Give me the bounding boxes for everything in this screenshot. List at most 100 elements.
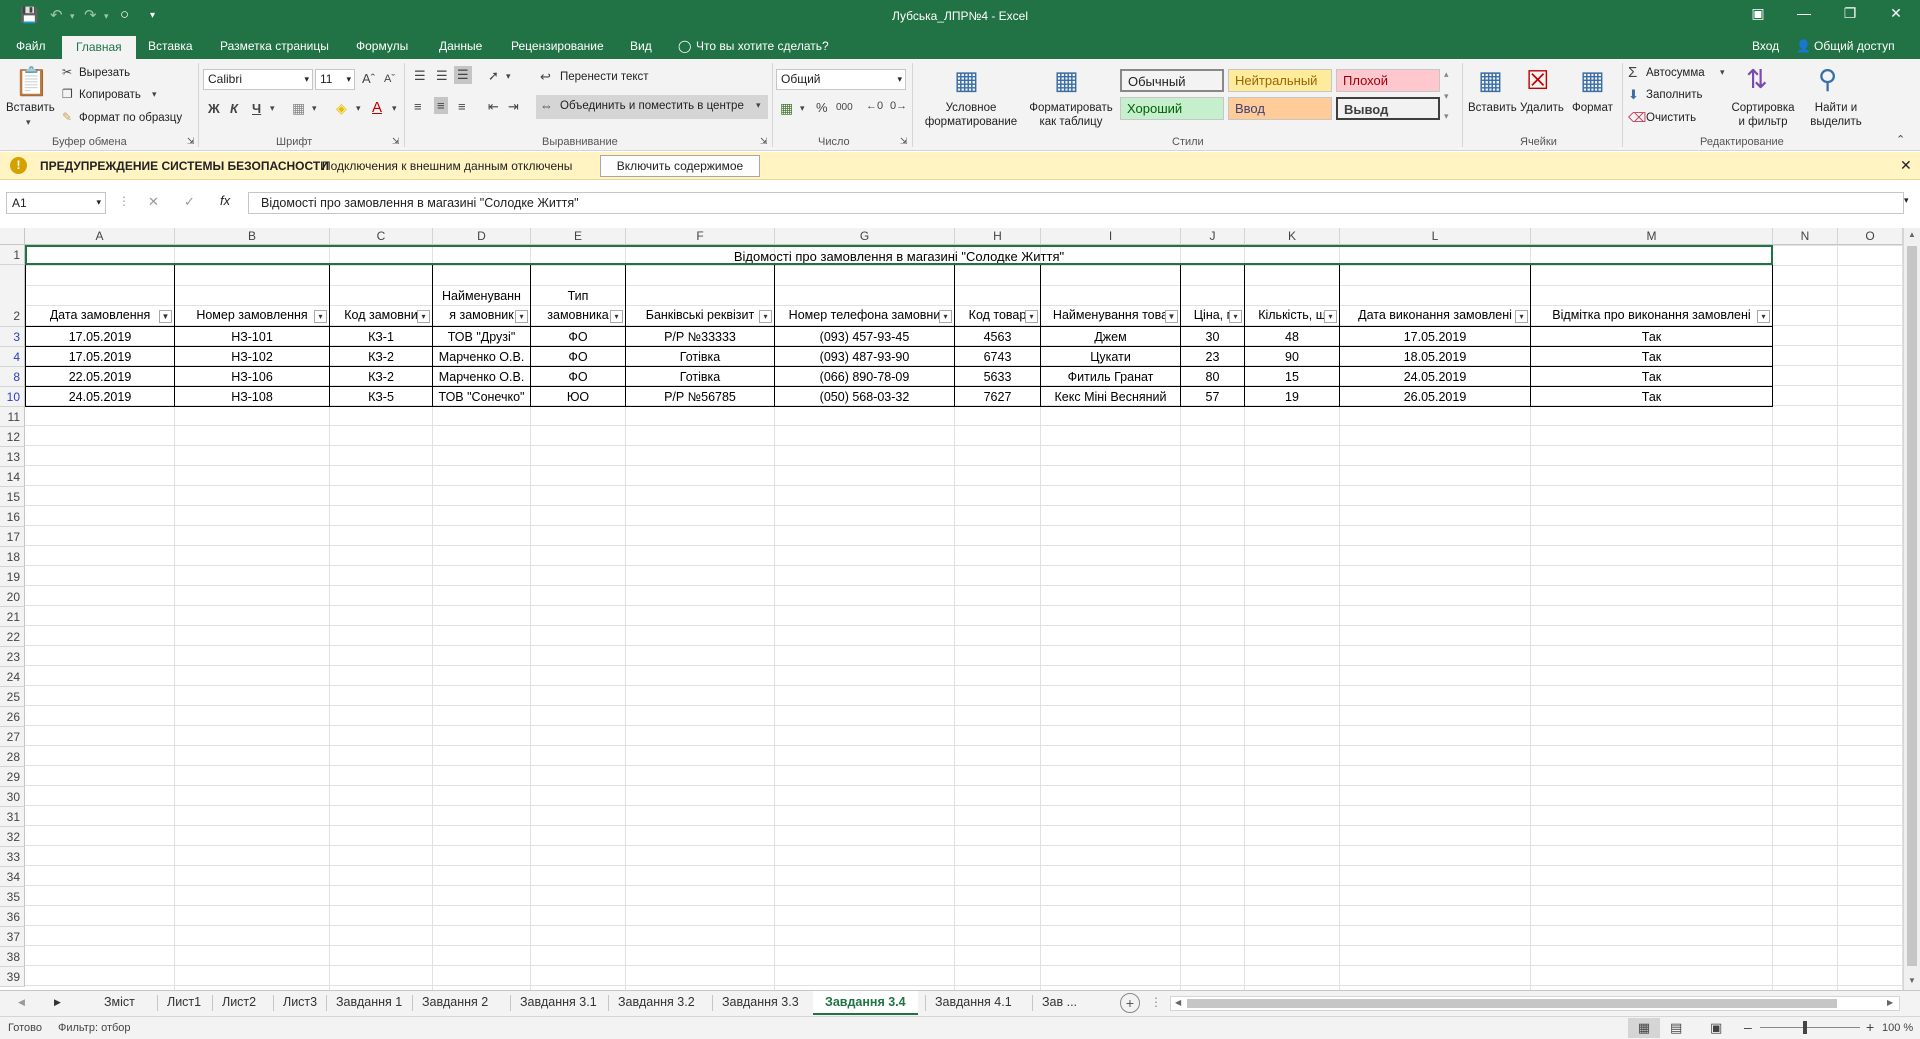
delete-cells-icon[interactable]: ☒ [1526, 65, 1549, 96]
table-cell[interactable]: 30 [1181, 327, 1245, 347]
zoom-slider-thumb[interactable] [1803, 1021, 1807, 1034]
header-cell[interactable]: Дата замовлення ▼ [25, 265, 175, 327]
sheet-tab[interactable]: Лист2 [222, 995, 256, 1009]
table-cell[interactable]: Р/Р №33333 [626, 327, 775, 347]
row-header[interactable]: 14 [0, 467, 25, 487]
table-cell[interactable]: ФО [531, 327, 626, 347]
share-button[interactable]: Общий доступ [1814, 39, 1895, 53]
align-middle-icon[interactable]: ☰ [436, 68, 448, 84]
sheet-tab[interactable]: Зміст [104, 995, 135, 1009]
table-cell[interactable]: Так [1531, 387, 1773, 407]
row-header[interactable]: 12 [0, 427, 25, 447]
autosum-dropdown-icon[interactable]: ▾ [1720, 67, 1725, 78]
sheet-title-cell[interactable]: Відомості про замовлення в магазині "Сол… [25, 245, 1773, 265]
table-cell[interactable]: ТОВ "Сонечко" [433, 387, 531, 407]
find-select-button[interactable]: Найти и выделить [1800, 101, 1872, 129]
sheet-tab[interactable]: Завдання 4.1 [935, 995, 1012, 1009]
filter-dropdown-icon[interactable]: ▾ [515, 310, 528, 323]
table-cell[interactable]: 23 [1181, 347, 1245, 367]
row-header[interactable]: 8 [0, 367, 25, 387]
restore-icon[interactable]: ❐ [1830, 5, 1870, 22]
format-as-table-button[interactable]: Форматировать как таблицу [1026, 101, 1116, 129]
currency-dropdown-icon[interactable]: ▾ [800, 103, 805, 114]
vertical-scroll-thumb[interactable] [1907, 246, 1917, 966]
increase-indent-icon[interactable]: ⇥ [508, 99, 519, 115]
sheet-tab[interactable]: Лист1 [167, 995, 201, 1009]
number-launcher-icon[interactable]: ⇲ [900, 136, 908, 147]
row-header[interactable]: 3 [0, 327, 25, 347]
copy-icon[interactable]: ❐ [62, 87, 73, 101]
eraser-icon[interactable]: ⌫ [1628, 110, 1646, 126]
enable-content-button[interactable]: Включить содержимое [600, 155, 760, 177]
sheet-tab[interactable]: Завдання 3.4 [813, 991, 918, 1015]
table-cell[interactable]: Р/Р №56785 [626, 387, 775, 407]
sheet-tab[interactable]: Завдання 3.2 [618, 995, 695, 1009]
tab-formulas[interactable]: Формулы [356, 39, 408, 53]
decrease-font-icon[interactable]: Aˇ [384, 73, 395, 85]
horizontal-scrollbar[interactable]: ◀ ▶ [1170, 996, 1900, 1011]
header-cell[interactable]: Код замовни ▾ [330, 265, 433, 327]
table-cell[interactable]: 48 [1245, 327, 1340, 347]
row-header[interactable]: 13 [0, 447, 25, 467]
row-header[interactable]: 31 [0, 807, 25, 827]
page-break-view-icon[interactable]: ▣ [1710, 1020, 1722, 1036]
filter-dropdown-icon[interactable]: ▾ [417, 310, 430, 323]
tab-view[interactable]: Вид [630, 39, 652, 53]
column-header-g[interactable]: G [775, 228, 955, 245]
sheet-tab[interactable]: Завдання 3.1 [520, 995, 597, 1009]
row-header[interactable]: 35 [0, 887, 25, 907]
horizontal-scroll-thumb[interactable] [1187, 999, 1837, 1008]
alignment-launcher-icon[interactable]: ⇲ [760, 136, 768, 147]
fill-color-icon[interactable]: ◈ [336, 100, 347, 117]
paste-button[interactable]: Вставить [6, 101, 55, 115]
fill-color-dropdown-icon[interactable]: ▾ [356, 103, 361, 114]
cut-icon[interactable]: ✂ [62, 65, 72, 79]
header-cell[interactable]: Номер замовлення ▾ [175, 265, 330, 327]
row-header[interactable]: 15 [0, 487, 25, 507]
table-cell[interactable]: 26.05.2019 [1340, 387, 1531, 407]
row-header[interactable]: 33 [0, 847, 25, 867]
table-cell[interactable]: Фитиль Гранат [1041, 367, 1181, 387]
thousands-button[interactable]: 000 [836, 102, 853, 113]
sheet-tab[interactable]: Завдання 3.3 [722, 995, 799, 1009]
table-cell[interactable]: Так [1531, 327, 1773, 347]
table-cell[interactable]: 15 [1245, 367, 1340, 387]
styles-scroll-down-icon[interactable]: ▾ [1444, 91, 1449, 102]
page-layout-view-icon[interactable]: ▤ [1670, 1020, 1682, 1036]
zoom-slider[interactable] [1760, 1027, 1860, 1028]
row-header[interactable]: 22 [0, 627, 25, 647]
normal-view-icon[interactable]: ▦ [1628, 1018, 1660, 1038]
orientation-dropdown-icon[interactable]: ▾ [506, 71, 511, 82]
row-header[interactable]: 28 [0, 747, 25, 767]
table-cell[interactable]: КЗ-1 [330, 327, 433, 347]
table-cell[interactable]: 5633 [955, 367, 1041, 387]
table-cell[interactable]: Готівка [626, 367, 775, 387]
paste-dropdown-icon[interactable]: ▾ [26, 117, 31, 128]
column-header-m[interactable]: M [1531, 228, 1773, 245]
wrap-text-button[interactable]: Перенести текст [560, 71, 649, 83]
formula-input[interactable]: Відомості про замовлення в магазині "Сол… [248, 192, 1904, 214]
row-header[interactable]: 23 [0, 647, 25, 667]
table-cell[interactable]: НЗ-106 [175, 367, 330, 387]
format-painter-button[interactable]: Формат по образцу [79, 112, 182, 124]
filter-dropdown-icon[interactable]: ▾ [1229, 310, 1242, 323]
table-cell[interactable]: 19 [1245, 387, 1340, 407]
sort-filter-icon[interactable]: ⇅ [1746, 64, 1768, 95]
insert-function-icon[interactable]: fx [220, 193, 230, 208]
sheet-tab[interactable]: Завдання 1 [336, 995, 402, 1009]
font-launcher-icon[interactable]: ⇲ [392, 136, 400, 147]
filter-active-icon[interactable]: ▼ [159, 310, 172, 323]
style-neutral[interactable]: Нейтральный [1228, 69, 1332, 92]
header-cell[interactable]: Тип замовника ▾ [531, 265, 626, 327]
column-header-f[interactable]: F [626, 228, 775, 245]
table-cell[interactable]: Цукати [1041, 347, 1181, 367]
orientation-icon[interactable]: ➚ [488, 68, 499, 84]
filter-dropdown-icon[interactable]: ▾ [1324, 310, 1337, 323]
find-select-icon[interactable]: ⚲ [1818, 64, 1837, 95]
cancel-icon[interactable]: ✕ [148, 194, 159, 210]
table-cell[interactable]: НЗ-108 [175, 387, 330, 407]
row-header[interactable]: 11 [0, 407, 25, 427]
expand-formula-icon[interactable]: ▾ [1904, 195, 1909, 206]
table-cell[interactable]: 22.05.2019 [25, 367, 175, 387]
collapse-ribbon-icon[interactable]: ⌃ [1896, 133, 1905, 146]
